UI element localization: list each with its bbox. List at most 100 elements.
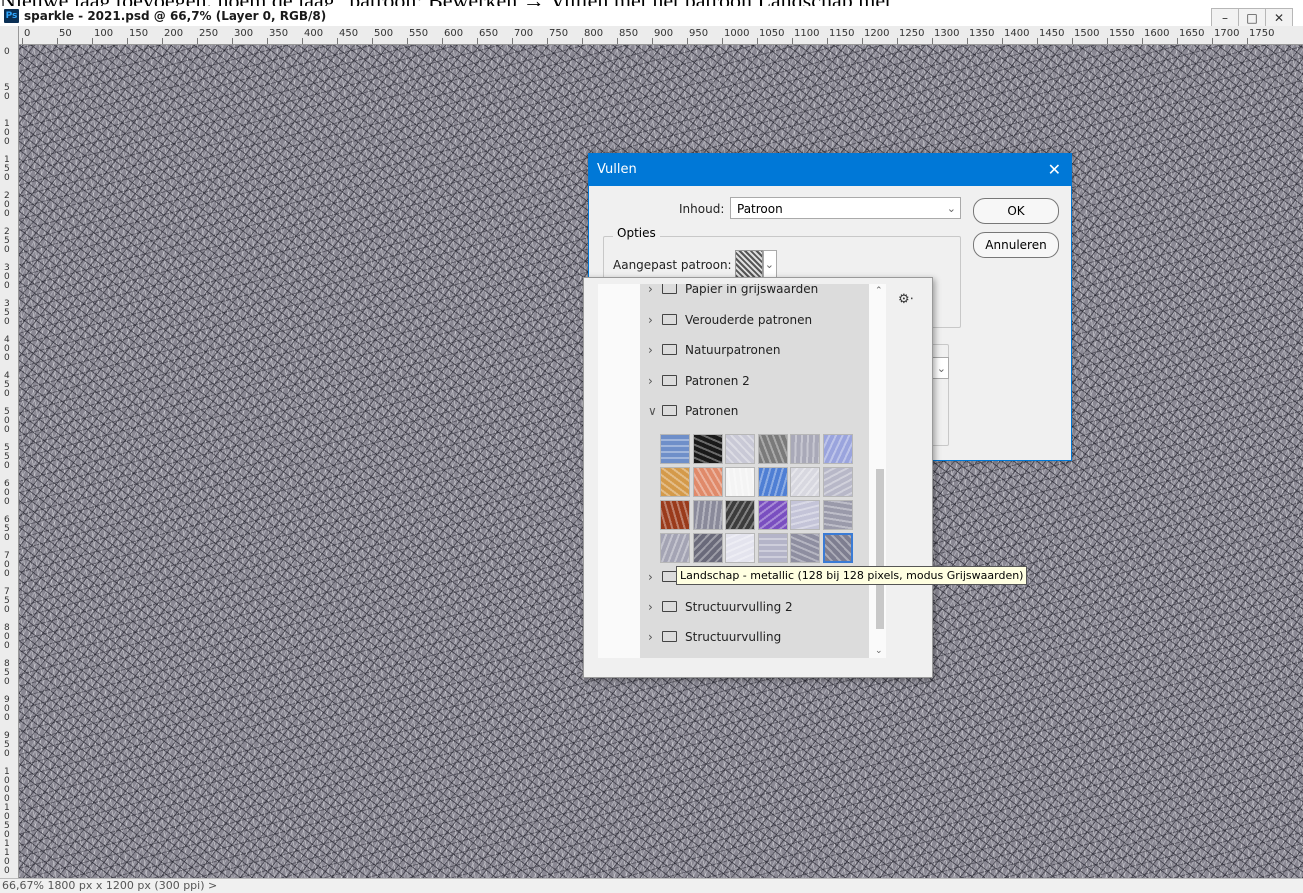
ruler-tick <box>1177 38 1178 44</box>
pattern-swatch[interactable] <box>725 467 755 497</box>
status-text: 66,67% 1800 px x 1200 px (300 ppi) > <box>2 879 218 892</box>
chevron-right-icon[interactable]: › <box>648 370 660 392</box>
ruler-label: 1750 <box>1249 28 1275 39</box>
ruler-label: 1150 <box>829 28 855 39</box>
ruler-tick <box>512 38 513 44</box>
chevron-up-icon[interactable]: ⌃ <box>875 286 883 296</box>
ruler-tick <box>1142 38 1143 44</box>
ruler-label: 600 <box>4 479 10 507</box>
ruler-label: 300 <box>234 28 254 39</box>
ruler-label: 850 <box>619 28 639 39</box>
pattern-folder-label: Structuurvulling <box>685 630 782 644</box>
chevron-right-icon[interactable]: › <box>648 596 660 618</box>
pattern-folder-label: Verouderde patronen <box>685 312 813 327</box>
pattern-folder-item[interactable]: › Papier in grijswaarden <box>648 284 818 300</box>
pattern-swatch[interactable] <box>692 500 723 530</box>
pattern-preview-swatch[interactable] <box>735 250 763 278</box>
content-label: Inhoud: <box>679 202 725 216</box>
pattern-swatch[interactable] <box>790 500 820 530</box>
chevron-down-icon[interactable]: ∨ <box>648 400 660 422</box>
ok-button[interactable]: OK <box>973 198 1059 224</box>
ruler-tick <box>1002 38 1003 44</box>
ruler-label: 1000 <box>724 28 750 39</box>
ruler-tick <box>162 38 163 44</box>
pattern-swatch[interactable] <box>692 467 723 497</box>
chevron-right-icon[interactable]: › <box>648 284 660 300</box>
pattern-swatch[interactable] <box>757 434 788 464</box>
folder-icon <box>662 344 677 355</box>
ruler-label: 1450 <box>1039 28 1065 39</box>
pattern-swatch[interactable] <box>790 434 820 464</box>
close-icon[interactable]: ✕ <box>1048 154 1061 186</box>
chevron-down-icon: ⌄ <box>936 362 946 375</box>
pattern-swatch[interactable] <box>822 467 853 497</box>
pattern-folder-item[interactable]: ∨ Patronen <box>648 400 738 422</box>
document-titlebar: Ps sparkle - 2021.psd @ 66,7% (Layer 0, … <box>0 6 1303 28</box>
pattern-tree[interactable]: › Papier in grijswaarden › Verouderde patro… <box>598 284 886 658</box>
chevron-down-icon: ⌄ <box>764 258 774 271</box>
pattern-swatch[interactable] <box>660 434 690 464</box>
pattern-swatch[interactable] <box>660 467 690 497</box>
maximize-icon[interactable]: □ <box>1238 8 1266 28</box>
ruler-label: 1350 <box>969 28 995 39</box>
pattern-folder-label: Structuurvulling 2 <box>685 600 793 614</box>
pattern-folder-item[interactable]: › Patronen 2 <box>648 370 750 392</box>
ruler-label: 1250 <box>899 28 925 39</box>
ruler-tick <box>22 38 23 44</box>
picker-scrollbar[interactable]: ⌃ ⌄ <box>872 284 886 658</box>
ruler-label: 1200 <box>864 28 890 39</box>
chevron-down-icon[interactable]: ⌄ <box>875 646 883 656</box>
ruler-horizontal[interactable]: 0 50 100 150 200 250 300 350 400 450 500 550 600 650 7… <box>18 26 1303 45</box>
scroll-thumb[interactable] <box>876 469 884 629</box>
pattern-swatch[interactable] <box>692 434 723 464</box>
custom-pattern-label: Aangepast patroon: <box>613 258 732 272</box>
ruler-tick <box>232 38 233 44</box>
pattern-swatch-grid <box>660 434 876 570</box>
document-title: sparkle - 2021.psd @ 66,7% (Layer 0, RGB… <box>24 9 327 23</box>
pattern-folder-item[interactable]: › Verouderde patronen <box>648 309 812 331</box>
pattern-tooltip: Landschap - metallic (128 bij 128 pixels… <box>676 566 1028 585</box>
folder-icon <box>662 601 677 612</box>
ruler-label: 700 <box>514 28 534 39</box>
pattern-swatch[interactable] <box>725 434 755 464</box>
ruler-vertical[interactable]: 0 50 100 150 200 250 300 350 400 450 500 550 600 650 7… <box>0 26 19 878</box>
pattern-swatch[interactable] <box>660 500 690 530</box>
options-legend: Opties <box>613 226 660 240</box>
ruler-tick <box>302 38 303 44</box>
close-icon[interactable]: ✕ <box>1265 8 1293 28</box>
pattern-dropdown-button[interactable]: ⌄ <box>763 250 777 278</box>
pattern-swatch[interactable] <box>692 533 723 563</box>
minimize-icon[interactable]: – <box>1211 8 1239 28</box>
mode-select[interactable]: ⌄ <box>931 357 949 379</box>
gear-icon[interactable]: ⚙⋅ <box>898 292 914 307</box>
pattern-folder-item[interactable]: › Structuurvulling 2 <box>648 596 793 618</box>
pattern-folder-label: Patronen <box>685 404 739 418</box>
pattern-swatch[interactable] <box>822 434 853 464</box>
ruler-label: 0 <box>4 47 10 57</box>
content-select[interactable]: Patroon ⌄ <box>730 197 961 219</box>
pattern-swatch[interactable] <box>660 533 690 563</box>
pattern-swatch[interactable] <box>725 500 755 530</box>
ruler-label: 500 <box>374 28 394 39</box>
ruler-tick <box>337 38 338 44</box>
pattern-swatch[interactable] <box>757 467 788 497</box>
cancel-button[interactable]: Annuleren <box>973 232 1059 258</box>
chevron-right-icon[interactable]: › <box>648 566 660 588</box>
pattern-swatch[interactable] <box>822 533 853 563</box>
dialog-title: Vullen <box>597 162 637 177</box>
ruler-label: 550 <box>409 28 429 39</box>
chevron-right-icon[interactable]: › <box>648 339 660 361</box>
chevron-right-icon[interactable]: › <box>648 309 660 331</box>
pattern-folder-item[interactable]: › Natuurpatronen <box>648 339 780 361</box>
chevron-right-icon[interactable]: › <box>648 626 660 648</box>
pattern-swatch[interactable] <box>757 500 788 530</box>
pattern-swatch[interactable] <box>790 533 820 563</box>
pattern-swatch[interactable] <box>757 533 788 563</box>
ruler-tick <box>897 38 898 44</box>
ruler-label: 900 <box>654 28 674 39</box>
ruler-label: 1000 <box>4 767 10 804</box>
pattern-swatch[interactable] <box>822 500 853 530</box>
pattern-folder-item[interactable]: › Structuurvulling <box>648 626 781 648</box>
pattern-swatch[interactable] <box>790 467 820 497</box>
pattern-swatch[interactable] <box>725 533 755 563</box>
